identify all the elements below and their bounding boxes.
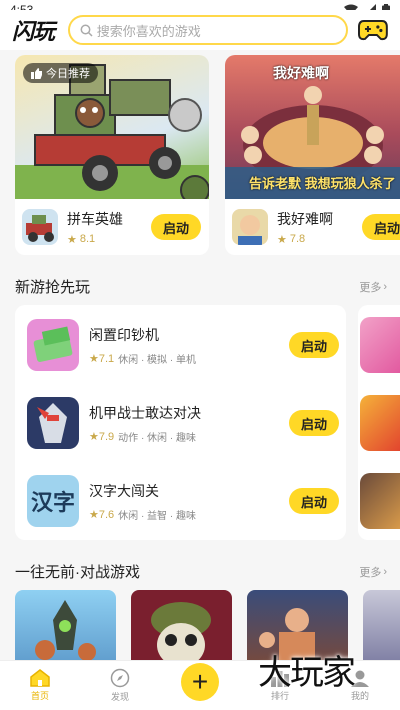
game-icon xyxy=(22,209,58,245)
today-recommend-badge: 今日推荐 xyxy=(23,63,98,83)
game-icon xyxy=(360,395,400,451)
game-icon xyxy=(27,319,79,371)
game-tags: 休闲 · 模拟 · 单机 xyxy=(118,354,196,366)
launch-button[interactable]: 启动 xyxy=(289,410,339,436)
game-icon: 汉字 xyxy=(27,475,79,527)
featured-carousel[interactable]: 今日推荐 拼车英雄 ★ 8.1 启动 我好难啊 告诉老默 我想玩狼人杀了 我好难… xyxy=(0,55,400,260)
featured-banner-image: 我好难啊 告诉老默 我想玩狼人杀了 xyxy=(225,55,400,199)
star-icon: ★ xyxy=(277,233,287,246)
chevron-right-icon: › xyxy=(383,280,387,293)
badge-label: 今日推荐 xyxy=(46,68,90,80)
game-icon xyxy=(232,209,268,245)
chevron-right-icon: › xyxy=(383,565,387,578)
featured-info: 拼车英雄 ★ 8.1 启动 xyxy=(15,199,209,255)
top-header: 闪玩 搜索你喜欢的游戏 xyxy=(0,10,400,50)
featured-card[interactable]: 我好难啊 告诉老默 我想玩狼人杀了 我好难啊 ★ 7.8 启动 xyxy=(225,55,400,255)
more-link[interactable]: 更多 › xyxy=(359,564,387,580)
launch-button[interactable]: 启动 xyxy=(362,214,400,240)
tab-add[interactable]: + xyxy=(160,661,240,710)
game-icon xyxy=(27,397,79,449)
new-games-header: 新游抢先玩 更多 › xyxy=(15,276,387,297)
search-placeholder: 搜索你喜欢的游戏 xyxy=(96,23,201,39)
game-name: 我好难啊 xyxy=(277,210,333,227)
watermark-text: 大玩家 xyxy=(258,653,356,693)
game-thumbnail[interactable] xyxy=(15,590,116,668)
star-icon: ★ xyxy=(89,352,99,365)
launch-button[interactable]: 启动 xyxy=(289,332,339,358)
game-thumbnail[interactable] xyxy=(363,590,400,668)
game-icon-text: 汉字 xyxy=(30,490,75,516)
game-tags: 动作 · 休闲 · 趣味 xyxy=(118,432,196,444)
game-name: 拼车英雄 xyxy=(67,210,123,227)
star-icon: ★ xyxy=(67,233,77,246)
game-tags: 休闲 · 益智 · 趣味 xyxy=(118,510,196,522)
app-screen: 4:53 闪玩 搜索你喜欢的游戏 xyxy=(0,0,400,710)
section-title: 新游抢先玩 xyxy=(15,279,91,296)
banner-slogan: 告诉老默 我想玩狼人杀了 xyxy=(249,176,396,191)
game-icon xyxy=(360,317,400,373)
game-icon xyxy=(360,473,400,529)
star-icon: ★ xyxy=(89,508,99,521)
featured-info: 我好难啊 ★ 7.8 启动 xyxy=(225,199,400,255)
game-rating: ★ 7.8 xyxy=(277,233,306,246)
banner-title: 我好难啊 xyxy=(273,65,329,81)
list-item[interactable]: 汉字 汉字大闯关 ★7.6 休闲 · 益智 · 趣味 启动 xyxy=(27,473,339,529)
home-icon xyxy=(30,669,50,687)
tab-home[interactable]: 首页 xyxy=(0,661,80,710)
launch-button[interactable]: 启动 xyxy=(289,488,339,514)
plus-icon: + xyxy=(181,662,219,701)
thumbs-up-icon xyxy=(31,67,42,79)
gamepad-icon[interactable] xyxy=(358,18,388,42)
tab-discover[interactable]: 发现 xyxy=(80,661,160,710)
more-link[interactable]: 更多 › xyxy=(359,279,387,295)
app-logo: 闪玩 xyxy=(12,20,55,45)
section-title: 一往无前·对战游戏 xyxy=(15,564,140,581)
game-thumbnail[interactable] xyxy=(131,590,232,668)
list-item[interactable]: 闲置印钞机 ★7.1 休闲 · 模拟 · 单机 启动 xyxy=(27,317,339,373)
list-item[interactable]: 机甲战士敢达对决 ★7.9 动作 · 休闲 · 趣味 启动 xyxy=(27,395,339,451)
compass-icon xyxy=(110,668,130,688)
new-games-list: 闲置印钞机 ★7.1 休闲 · 模拟 · 单机 启动 机甲战士敢达对决 ★7.9… xyxy=(15,305,346,540)
featured-banner-image: 今日推荐 xyxy=(15,55,209,199)
search-input[interactable]: 搜索你喜欢的游戏 xyxy=(67,15,349,45)
star-icon: ★ xyxy=(89,430,99,443)
launch-button[interactable]: 启动 xyxy=(151,214,201,240)
game-rating: ★ 8.1 xyxy=(67,233,96,246)
featured-card[interactable]: 今日推荐 拼车英雄 ★ 8.1 启动 xyxy=(15,55,209,255)
search-icon xyxy=(80,24,93,37)
battle-games-header: 一往无前·对战游戏 更多 › xyxy=(15,561,387,582)
